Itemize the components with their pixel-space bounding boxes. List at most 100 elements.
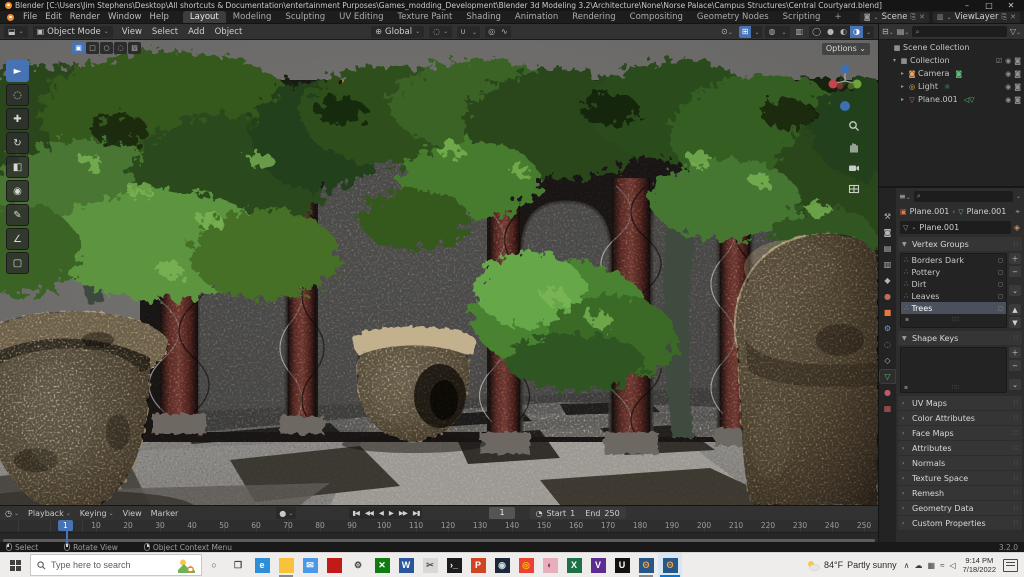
- snap-toggle[interactable]: ∪: [457, 26, 469, 38]
- navigation-gizmo[interactable]: [826, 62, 864, 122]
- onedrive[interactable]: ☁: [915, 561, 923, 570]
- weather-widget-icon[interactable]: [178, 558, 195, 573]
- keying-menu[interactable]: Keying⌄: [79, 509, 115, 518]
- fake-user-shield-icon[interactable]: ◈: [1014, 223, 1020, 232]
- vertex-group-specials-button[interactable]: ⌄: [1009, 285, 1021, 296]
- 3d-viewport[interactable]: ▣□○◌▨ ►◌✚↻◧◉✎∠▢ Options ⌄: [0, 40, 878, 505]
- remove-shape-key-button[interactable]: −: [1009, 360, 1021, 371]
- workspace-tab[interactable]: Shading: [459, 11, 508, 23]
- terminal[interactable]: ›_: [442, 553, 466, 577]
- expand-icon[interactable]: ▾: [891, 57, 898, 64]
- new-viewlayer-icon[interactable]: ⎘: [1002, 13, 1008, 22]
- paint3d[interactable]: ◐: [538, 553, 562, 577]
- auto-keying-toggle[interactable]: ●⌄: [276, 507, 296, 519]
- unlink-scene-icon[interactable]: ✕: [919, 13, 925, 21]
- weather-status[interactable]: 84°F Partly sunny: [806, 560, 897, 571]
- display[interactable]: ▦: [928, 561, 936, 570]
- jump-to-start[interactable]: ▮◀: [349, 507, 362, 519]
- viewport-menu[interactable]: Object: [211, 27, 247, 37]
- select-box-tool[interactable]: ►: [6, 60, 29, 82]
- hide-in-viewport-icon[interactable]: ◉: [1005, 96, 1011, 104]
- playback-menu[interactable]: Playback⌄: [27, 509, 72, 518]
- measure-tool[interactable]: ∠: [6, 228, 29, 250]
- topbar-menu[interactable]: Help: [145, 12, 172, 22]
- shading-dropdown[interactable]: ⌄: [863, 26, 874, 38]
- output[interactable]: ▤: [880, 242, 895, 255]
- viewport-menu[interactable]: View: [118, 27, 146, 37]
- unreal[interactable]: U: [610, 553, 634, 577]
- material[interactable]: ●: [880, 386, 895, 399]
- action-center-icon[interactable]: [1003, 559, 1018, 572]
- play-reverse[interactable]: ◀: [376, 507, 386, 519]
- pivot-point-selector[interactable]: ◌⌄: [429, 26, 452, 38]
- cursor-tool[interactable]: ◌: [6, 84, 29, 106]
- workspace-tab[interactable]: Texture Paint: [391, 11, 460, 23]
- properties-editor-icon[interactable]: ≡⌄: [899, 192, 911, 201]
- move-group-up-button[interactable]: ▲: [1009, 304, 1021, 315]
- hide-in-viewport-icon[interactable]: ◉: [1005, 70, 1011, 78]
- scale-tool[interactable]: ◧: [6, 156, 29, 178]
- modifiers[interactable]: ⚙: [880, 322, 895, 335]
- view-menu[interactable]: View: [122, 509, 143, 518]
- add-vertex-group-button[interactable]: ＋: [1009, 253, 1021, 264]
- exclude-checkbox[interactable]: ☑: [996, 57, 1002, 65]
- unlock-icon[interactable]: ◻: [998, 305, 1003, 312]
- select-mode-button[interactable]: ▣: [72, 42, 85, 54]
- steam[interactable]: ◉: [490, 553, 514, 577]
- xray-toggle[interactable]: ▥: [793, 26, 807, 38]
- move-group-down-button[interactable]: ▼: [1009, 317, 1021, 328]
- topbar-menu[interactable]: Window: [104, 12, 146, 22]
- object[interactable]: ■: [880, 306, 895, 319]
- disable-in-renders-icon[interactable]: ◙: [1014, 96, 1021, 104]
- word[interactable]: W: [394, 553, 418, 577]
- scene[interactable]: ◆: [880, 274, 895, 287]
- timeline-editor[interactable]: ◷⌄ Playback⌄ Keying⌄ View Marker ●⌄ ▮◀◀◀…: [0, 505, 878, 542]
- shading-wireframe-button[interactable]: ◯: [809, 26, 824, 38]
- viewport-menu[interactable]: Select: [148, 27, 182, 37]
- mail[interactable]: ✉: [298, 553, 322, 577]
- blender-menu-icon[interactable]: [7, 14, 14, 21]
- close-button[interactable]: ✕: [1000, 0, 1022, 11]
- move-tool[interactable]: ✚: [6, 108, 29, 130]
- vertex-group-item[interactable]: ∴ Trees ◻: [901, 302, 1006, 314]
- outliner-row[interactable]: ▦ Scene Collection: [879, 41, 1024, 54]
- render[interactable]: ◙: [880, 226, 895, 239]
- expand-icon[interactable]: ▸: [899, 83, 906, 90]
- constraints[interactable]: ◇: [880, 354, 895, 367]
- unlock-icon[interactable]: ◻: [998, 293, 1003, 300]
- shading-material-button[interactable]: ◐: [837, 26, 850, 38]
- snip[interactable]: ✂: [418, 553, 442, 577]
- view-layer[interactable]: ▥: [880, 258, 895, 271]
- collapsed-panel-header[interactable]: ›UV Maps∷: [898, 396, 1022, 410]
- visual-studio[interactable]: V: [586, 553, 610, 577]
- blender[interactable]: ʘ: [634, 553, 658, 577]
- physics[interactable]: ◌: [880, 338, 895, 351]
- blender-active[interactable]: ʘ: [658, 553, 682, 577]
- powerpoint[interactable]: P: [466, 553, 490, 577]
- start-frame-field[interactable]: 1: [570, 509, 575, 518]
- marker-menu[interactable]: Marker: [150, 509, 180, 518]
- chrome[interactable]: ◎: [514, 553, 538, 577]
- vertex-groups-panel-header[interactable]: ▼Vertex Groups∷: [898, 237, 1022, 251]
- overlays-dropdown[interactable]: ⌄: [778, 26, 789, 38]
- remove-viewlayer-icon[interactable]: ✕: [1010, 13, 1016, 21]
- properties-search-input[interactable]: ⌕: [914, 191, 1013, 202]
- timeline-scrollbar[interactable]: [0, 539, 878, 543]
- select-mode-button[interactable]: ○: [100, 42, 113, 54]
- mesh-name-field[interactable]: ▽ ⌄ Plane.001: [900, 221, 1011, 234]
- workspace-tab[interactable]: Animation: [508, 11, 565, 23]
- show-overlays-toggle[interactable]: ◍: [765, 26, 778, 38]
- proportional-editing-toggle[interactable]: ◎: [485, 26, 498, 38]
- settings[interactable]: ⚙: [346, 553, 370, 577]
- jump-to-end[interactable]: ▶▮: [410, 507, 423, 519]
- workspace-tab[interactable]: Compositing: [623, 11, 690, 23]
- cortana[interactable]: ○: [202, 553, 226, 577]
- vertex-group-item[interactable]: ∴ Pottery ◻: [901, 266, 1006, 278]
- workspace-tab[interactable]: Layout: [183, 11, 226, 23]
- disable-in-renders-icon[interactable]: ◙: [1014, 70, 1021, 78]
- workspace-tab[interactable]: Sculpting: [278, 11, 332, 23]
- xbox[interactable]: ✕: [370, 553, 394, 577]
- select-mode-button[interactable]: □: [86, 42, 99, 54]
- file-explorer[interactable]: [274, 553, 298, 577]
- snap-settings-dropdown[interactable]: ⌄: [469, 26, 480, 38]
